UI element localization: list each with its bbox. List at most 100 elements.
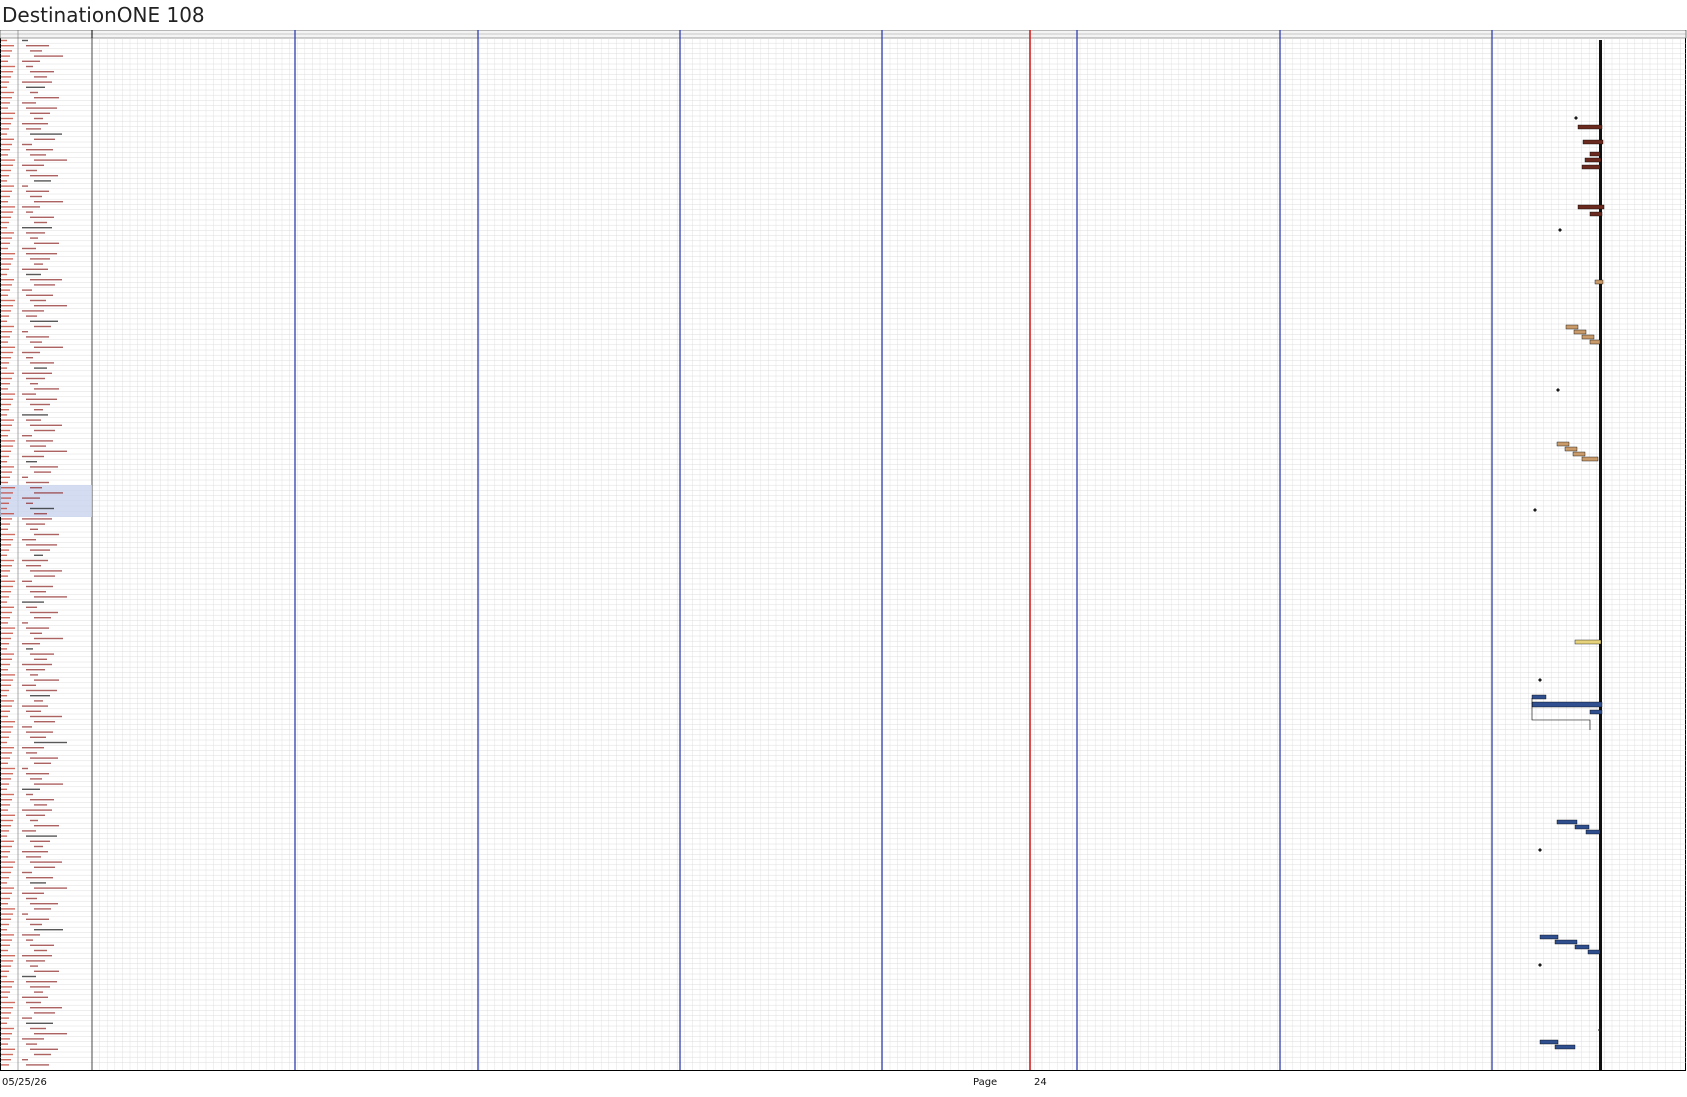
- task-code-mark: [1, 601, 7, 603]
- task-name-mark: [22, 892, 44, 894]
- task-code-mark: [1, 1007, 13, 1009]
- task-name-mark: [34, 1033, 67, 1035]
- task-bar: [1574, 824, 1590, 830]
- task-name-mark: [34, 55, 63, 57]
- task-code-mark: [1, 674, 15, 676]
- task-code-mark: [1, 715, 8, 718]
- task-code-mark: [1, 497, 11, 499]
- footer-page-number: 24: [1034, 1077, 1047, 1088]
- task-name-mark: [34, 97, 59, 99]
- task-code-mark: [1, 112, 15, 114]
- task-name-mark: [26, 752, 37, 754]
- task-name-mark: [30, 840, 50, 842]
- task-name-mark: [26, 232, 45, 234]
- task-name-mark: [34, 180, 51, 182]
- task-name-mark: [26, 86, 45, 88]
- task-name-mark: [30, 903, 58, 905]
- task-name-mark: [30, 944, 54, 946]
- task-code-mark: [1, 325, 14, 328]
- task-code-mark: [1, 299, 15, 302]
- task-code-mark: [1, 762, 8, 764]
- task-name-mark: [34, 721, 55, 723]
- task-code-mark: [1, 450, 11, 452]
- task-bar: [1585, 829, 1601, 835]
- task-name-mark: [30, 1007, 62, 1009]
- task-code-mark: [1, 606, 14, 608]
- task-name-mark: [22, 455, 44, 458]
- task-code-mark: [1, 1033, 12, 1035]
- task-code-mark: [1, 570, 10, 572]
- task-code-mark: [1, 513, 14, 515]
- task-bar: [1531, 694, 1547, 700]
- task-name-mark: [26, 731, 53, 733]
- task-code-mark: [1, 575, 8, 577]
- task-name-mark: [34, 741, 67, 744]
- task-code-mark: [1, 185, 14, 187]
- task-code-mark: [1, 549, 9, 551]
- task-name-mark: [22, 289, 32, 291]
- task-name-mark: [34, 305, 67, 307]
- task-code-mark: [1, 611, 12, 614]
- task-code-mark: [1, 923, 9, 926]
- task-name-mark: [26, 357, 33, 359]
- task-code-mark: [1, 284, 12, 286]
- task-name-mark: [30, 778, 42, 780]
- task-code-mark: [1, 877, 9, 879]
- task-name-mark: [34, 679, 59, 681]
- task-name-mark: [26, 1043, 37, 1045]
- task-code-mark: [1, 123, 11, 125]
- task-name-mark: [22, 705, 48, 707]
- task-name-mark: [26, 440, 53, 442]
- task-name-mark: [26, 1022, 53, 1024]
- task-name-mark: [22, 539, 36, 541]
- footer-page-label: Page: [973, 1077, 998, 1088]
- task-code-mark: [1, 502, 9, 504]
- task-code-mark: [1, 76, 11, 78]
- task-code-mark: [1, 237, 12, 239]
- task-code-mark: [1, 793, 14, 796]
- task-code-mark: [1, 528, 8, 530]
- task-name-mark: [34, 970, 59, 972]
- task-code-mark: [1, 305, 13, 307]
- task-code-mark: [1, 705, 12, 707]
- task-name-mark: [26, 710, 41, 712]
- task-name-mark: [34, 804, 47, 806]
- task-bar: [1539, 934, 1559, 940]
- task-code-mark: [1, 429, 10, 432]
- task-code-mark: [1, 944, 10, 946]
- task-name-mark: [34, 929, 63, 931]
- task-code-mark: [1, 741, 7, 744]
- task-code-mark: [1, 461, 7, 463]
- task-code-mark: [1, 965, 11, 967]
- task-name-mark: [30, 1048, 58, 1050]
- task-name-mark: [30, 424, 62, 426]
- task-name-mark: [22, 331, 28, 333]
- task-name-mark: [22, 996, 48, 998]
- task-name-mark: [22, 684, 36, 686]
- task-name-mark: [26, 773, 49, 775]
- task-name-mark: [26, 606, 37, 608]
- task-code-mark: [1, 975, 7, 978]
- task-name-mark: [34, 762, 51, 764]
- task-name-mark: [26, 523, 45, 525]
- task-code-mark: [1, 81, 9, 83]
- task-name-mark: [22, 518, 52, 520]
- task-name-mark: [34, 554, 43, 556]
- task-code-mark: [1, 221, 9, 224]
- task-name-mark: [26, 273, 41, 276]
- task-code-mark: [1, 398, 13, 400]
- task-name-mark: [34, 284, 55, 286]
- task-name-mark: [30, 175, 58, 177]
- task-name-mark: [34, 471, 51, 473]
- task-code-mark: [1, 65, 15, 68]
- task-code-mark: [1, 346, 15, 348]
- task-bar: [1589, 709, 1603, 715]
- task-name-mark: [30, 320, 58, 322]
- task-name-mark: [26, 294, 53, 296]
- task-name-mark: [22, 955, 52, 957]
- task-code-mark: [1, 747, 14, 749]
- task-code-mark: [1, 986, 12, 988]
- task-name-mark: [30, 71, 54, 73]
- task-name-mark: [26, 960, 45, 962]
- task-code-mark: [1, 383, 10, 385]
